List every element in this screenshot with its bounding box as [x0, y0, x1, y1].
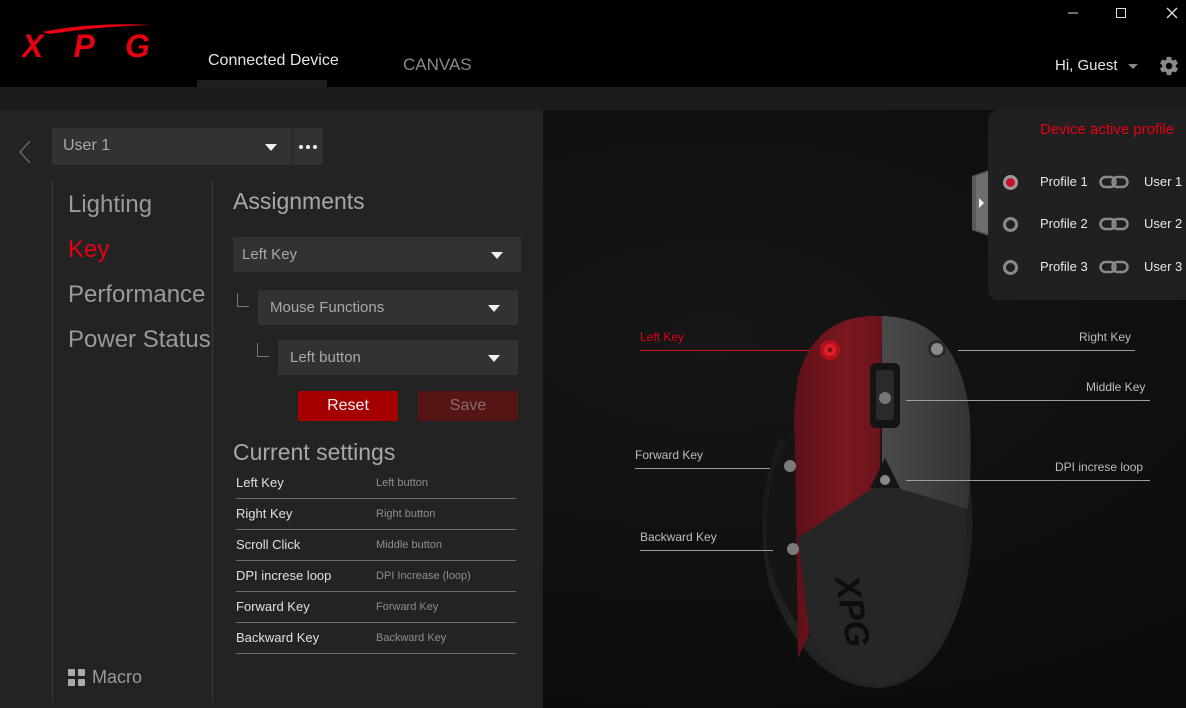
callout-line-right-key: [958, 350, 1135, 351]
chevron-down-icon: [488, 355, 500, 362]
setting-row: Scroll Click Middle button: [236, 530, 516, 561]
profile-row[interactable]: Profile 2 User 2: [1002, 213, 1186, 235]
setting-name: Forward Key: [236, 599, 310, 614]
minimize-button[interactable]: [1058, 2, 1088, 24]
account-dropdown-caret-icon[interactable]: [1128, 64, 1138, 69]
reset-button[interactable]: Reset: [298, 391, 398, 421]
nav-item-performance[interactable]: Performance: [68, 281, 205, 309]
xpg-logo: XPG: [22, 24, 152, 60]
callout-backward-key[interactable]: Backward Key: [640, 530, 717, 544]
profile-row[interactable]: Profile 1 User 1: [1002, 171, 1186, 193]
setting-row: Backward Key Backward Key: [236, 623, 516, 654]
maximize-button[interactable]: [1106, 2, 1136, 24]
profile-name: Profile 2: [1040, 216, 1088, 231]
function-category-value: Mouse Functions: [270, 299, 385, 316]
callout-line-backward-key: [640, 550, 773, 551]
setting-row: Left Key Left button: [236, 468, 516, 499]
nav-item-lighting[interactable]: Lighting: [68, 191, 152, 219]
link-icon: [1099, 217, 1129, 231]
setting-name: Left Key: [236, 475, 284, 490]
setting-row: Right Key Right button: [236, 499, 516, 530]
maximize-icon: [1116, 8, 1126, 18]
title-bar: XPG Connected Device CANVAS Hi, Guest: [0, 0, 1186, 87]
nav-item-key[interactable]: Key: [68, 236, 109, 264]
callout-line-dpi-key: [906, 480, 1150, 481]
back-arrow-icon[interactable]: [16, 138, 34, 166]
radio-unselected[interactable]: [1003, 217, 1018, 232]
minimize-icon: [1068, 12, 1078, 14]
profile-user: User 2: [1144, 216, 1183, 231]
profile-name: Profile 3: [1040, 259, 1088, 274]
function-select[interactable]: Left button: [278, 340, 518, 375]
user-profile-select-value: User 1: [63, 137, 111, 154]
key-select-value: Left Key: [242, 246, 298, 263]
user-profile-select[interactable]: User 1: [52, 128, 292, 165]
more-options-button[interactable]: [293, 128, 323, 165]
callout-line-left-key: [640, 350, 810, 351]
mouse-illustration: XPG: [762, 315, 973, 688]
setting-value: Middle button: [376, 539, 443, 551]
setting-row: Forward Key Forward Key: [236, 592, 516, 623]
link-icon: [1099, 260, 1129, 274]
tree-connector-icon: [257, 343, 269, 357]
tab-canvas[interactable]: CANVAS: [403, 55, 472, 75]
setting-row: DPI increse loop DPI Increase (loop): [236, 561, 516, 592]
callout-right-key[interactable]: Right Key: [1079, 330, 1131, 344]
macro-button[interactable]: Macro: [68, 667, 142, 688]
setting-name: Right Key: [236, 506, 293, 521]
callout-dpi-key[interactable]: DPI increse loop: [1055, 460, 1143, 474]
nav-item-power-status[interactable]: Power Status: [68, 326, 211, 354]
profile-user: User 3: [1144, 259, 1183, 274]
setting-value: Right button: [376, 508, 436, 520]
tab-connected-device[interactable]: Connected Device: [208, 52, 339, 70]
radio-unselected[interactable]: [1003, 260, 1018, 275]
nav-divider: [52, 181, 53, 702]
callout-line-middle-key: [906, 400, 1150, 401]
setting-value: Forward Key: [376, 601, 439, 613]
setting-value: Left button: [376, 477, 428, 489]
profile-name: Profile 1: [1040, 174, 1088, 189]
more-icon-dot: [313, 144, 317, 149]
setting-name: DPI increse loop: [236, 568, 332, 583]
key-select[interactable]: Left Key: [233, 237, 521, 272]
more-icon: [299, 144, 303, 149]
function-value: Left button: [290, 349, 361, 366]
chevron-down-icon: [265, 144, 277, 151]
chevron-down-icon: [491, 252, 503, 259]
callout-middle-key[interactable]: Middle Key: [1086, 380, 1145, 394]
content-divider: [212, 181, 213, 702]
tree-connector-icon: [237, 293, 249, 307]
setting-name: Backward Key: [236, 630, 320, 645]
callout-forward-key[interactable]: Forward Key: [635, 448, 703, 462]
macro-label: Macro: [92, 667, 143, 687]
more-icon-dot: [306, 144, 310, 149]
save-button[interactable]: Save: [418, 391, 518, 421]
svg-text:XPG: XPG: [22, 28, 150, 60]
callout-left-key[interactable]: Left Key: [640, 330, 684, 344]
grid-icon: [68, 669, 85, 686]
active-tab-indicator: [197, 80, 327, 87]
setting-value: DPI Increase (loop): [376, 570, 471, 582]
setting-value: Backward Key: [376, 632, 447, 644]
profile-user: User 1: [1144, 174, 1183, 189]
callout-line-forward-key: [635, 468, 770, 469]
device-profile-title: Device active profile: [1040, 121, 1175, 138]
gear-icon[interactable]: [1158, 55, 1180, 77]
close-icon: [1166, 7, 1178, 19]
function-category-select[interactable]: Mouse Functions: [258, 290, 518, 325]
current-settings-title: Current settings: [233, 439, 396, 465]
chevron-down-icon: [488, 305, 500, 312]
user-greeting[interactable]: Hi, Guest: [1055, 57, 1118, 74]
profile-panel-toggle[interactable]: [972, 170, 989, 236]
setting-name: Scroll Click: [236, 537, 301, 552]
close-button[interactable]: [1157, 2, 1186, 24]
radio-selected[interactable]: [1003, 175, 1018, 190]
link-icon: [1099, 175, 1129, 189]
profile-row[interactable]: Profile 3 User 3: [1002, 256, 1186, 278]
main-top-strip: [0, 87, 1186, 110]
assignments-title: Assignments: [233, 188, 365, 214]
